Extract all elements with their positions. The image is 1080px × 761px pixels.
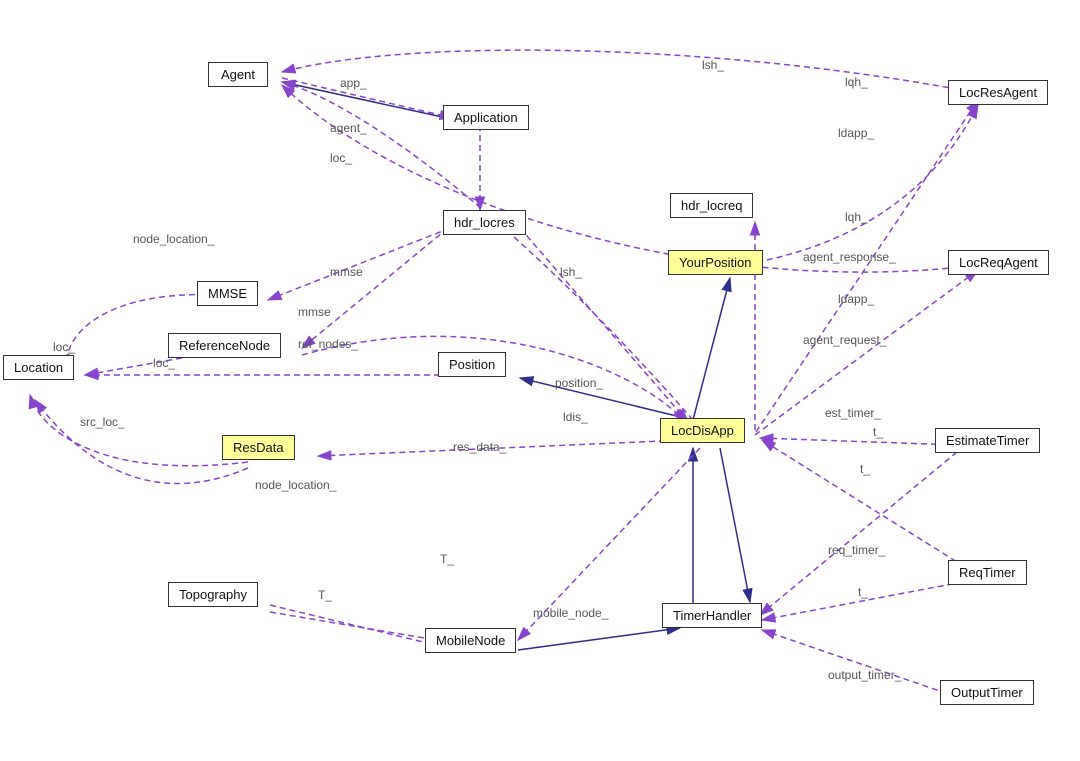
- label-lsh1: lsh_: [560, 265, 582, 279]
- node-agent: Agent: [208, 62, 268, 87]
- label-ref-nodes: ref_nodes_: [298, 337, 358, 351]
- node-topography: Topography: [168, 582, 258, 607]
- label-est-timer: est_timer_: [825, 406, 881, 420]
- node-locreqagent: LocReqAgent: [948, 250, 1049, 275]
- node-mobilenode: MobileNode: [425, 628, 516, 653]
- label-lqh2: lqh_: [845, 210, 868, 224]
- label-req-timer: req_timer_: [828, 543, 885, 557]
- label-t3: t_: [858, 585, 868, 599]
- label-loc2: loc_: [153, 356, 175, 370]
- label-ldapp2: ldapp_: [838, 292, 874, 306]
- label-node-location2: node_location_: [255, 478, 336, 492]
- label-t2: t_: [860, 462, 870, 476]
- label-ldis: ldis_: [563, 410, 588, 424]
- node-application: Application: [443, 105, 529, 130]
- label-mmse2: mmse: [298, 305, 331, 319]
- label-agent: agent_: [330, 121, 367, 135]
- diagram-container: Agent Application hdr_locres MMSE Refere…: [0, 0, 1080, 761]
- node-resdata: ResData: [222, 435, 295, 460]
- label-position: position_: [555, 376, 603, 390]
- label-output-timer: output_timer_: [828, 668, 901, 682]
- node-hdr-locres: hdr_locres: [443, 210, 526, 235]
- node-locdisapp: LocDisApp: [660, 418, 745, 443]
- node-locresagent: LocResAgent: [948, 80, 1048, 105]
- node-estimatetimer: EstimateTimer: [935, 428, 1040, 453]
- node-referencenode: ReferenceNode: [168, 333, 281, 358]
- label-T1: T_: [440, 552, 454, 566]
- node-position: Position: [438, 352, 506, 377]
- label-agent-response: agent_response_: [803, 250, 896, 264]
- label-app: app_: [340, 76, 367, 90]
- label-loc1: loc_: [330, 151, 352, 165]
- label-ldapp1: ldapp_: [838, 126, 874, 140]
- node-hdr-locreq: hdr_locreq: [670, 193, 753, 218]
- label-res-data: res_data_: [453, 440, 506, 454]
- label-src-loc: src_loc_: [80, 415, 125, 429]
- label-lqh1: lqh_: [845, 75, 868, 89]
- label-t1: t_: [873, 425, 883, 439]
- node-timerhandler: TimerHandler: [662, 603, 762, 628]
- node-outputtimer: OutputTimer: [940, 680, 1034, 705]
- diagram-svg: [0, 0, 1080, 761]
- label-mmse1: mmse: [330, 265, 363, 279]
- label-lsh2: lsh_: [702, 58, 724, 72]
- node-reqtimer: ReqTimer: [948, 560, 1027, 585]
- label-loc3: loc_: [53, 340, 75, 354]
- label-agent-request: agent_request_: [803, 333, 886, 347]
- node-location: Location: [3, 355, 74, 380]
- node-mmse: MMSE: [197, 281, 258, 306]
- node-yourposition: YourPosition: [668, 250, 763, 275]
- label-mobile-node: mobile_node_: [533, 606, 608, 620]
- label-node-location: node_location_: [133, 232, 214, 246]
- label-T2: T_: [318, 588, 332, 602]
